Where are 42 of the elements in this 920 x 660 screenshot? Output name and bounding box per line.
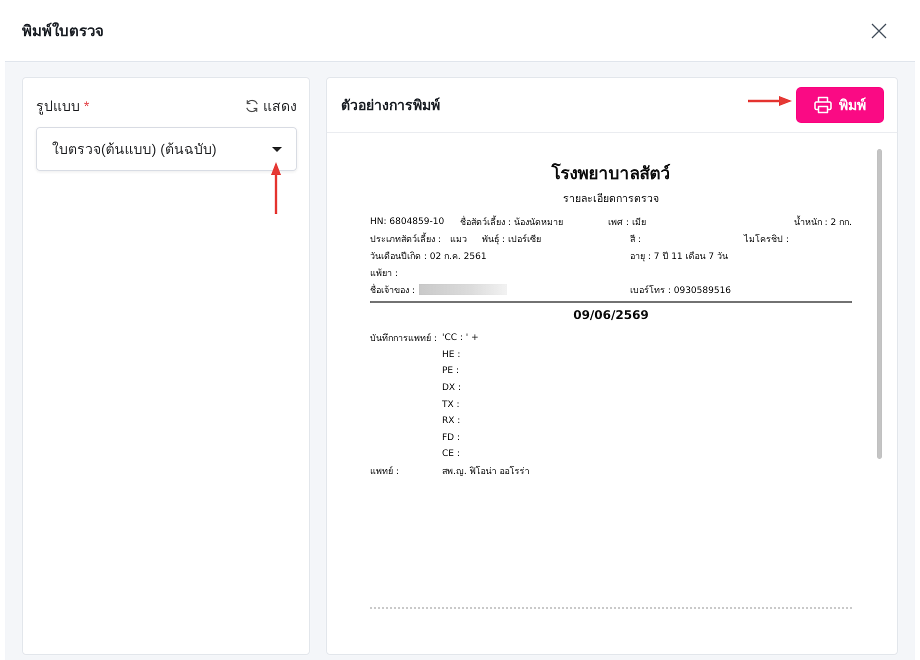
document-subtitle: รายละเอียดการตรวจ <box>562 192 660 206</box>
refresh-icon <box>245 99 259 113</box>
format-select[interactable]: ใบตรวจ(ต้นแบบ) (ต้นฉบับ) <box>36 127 297 171</box>
note-text: FD : <box>442 432 460 443</box>
dialog-title: พิมพ์ใบตรวจ <box>22 21 104 42</box>
info-text: สี : <box>630 234 641 246</box>
scrollbar-thumb[interactable] <box>877 149 882 459</box>
note-text: RX : <box>442 416 460 426</box>
note-text: 'CC : ' + <box>442 333 479 344</box>
info-text: ชื่อสัตว์เลี้ยง : น้องนัดหมาย <box>460 215 563 230</box>
info-text: เบอร์โทร : 0930589516 <box>630 284 732 297</box>
info-text: พันธุ์ : เปอร์เซีย <box>482 233 541 246</box>
note-text: DX : <box>442 383 461 394</box>
note-label: แพทย์ : <box>370 465 399 478</box>
info-text: ไมโครชิป : <box>744 232 789 246</box>
visit-date: 09/06/2569 <box>572 306 650 323</box>
info-text: น้ำหนัก : 2 กก. <box>794 215 852 230</box>
printer-icon <box>814 96 832 114</box>
note-text: สพ.ญ. ฟิโอน่า ออโรร่า <box>442 464 530 478</box>
note-text: TX : <box>442 400 460 410</box>
print-button[interactable]: พิมพ์ <box>796 87 884 123</box>
caret-icon <box>272 146 282 152</box>
info-text: ชื่อเจ้าของ : <box>370 282 415 297</box>
info-text: ประเภทสัตว์เลี้ยง : <box>370 232 441 246</box>
close-button[interactable] <box>871 22 887 38</box>
annotation-arrow <box>748 95 792 107</box>
format-label: รูปแบบ * <box>36 97 90 117</box>
note-label: บันทึกการแพทย์ : <box>370 332 437 346</box>
note-text: CE : <box>442 449 460 460</box>
info-text: HN: 6804859-10 <box>370 217 444 228</box>
info-text: แมว <box>450 234 467 246</box>
refresh-button[interactable]: แสดง <box>245 95 297 117</box>
preview-title: ตัวอย่างการพิมพ์ <box>341 96 440 115</box>
note-text: PE : <box>442 366 460 376</box>
close-icon <box>871 22 887 38</box>
annotation-arrow <box>270 162 282 214</box>
info-text: เพศ : เมีย <box>608 216 646 230</box>
info-text: วันเดือนปีเกิด : 02 ก.ค. 2561 <box>370 250 487 263</box>
document-title: โรงพยาบาลสัตว์ <box>550 163 672 185</box>
info-text: อายุ : 7 ปี 11 เดือน 7 วัน <box>630 250 728 263</box>
note-text: HE : <box>442 350 460 360</box>
info-text: แพ้ยา : <box>370 268 398 280</box>
